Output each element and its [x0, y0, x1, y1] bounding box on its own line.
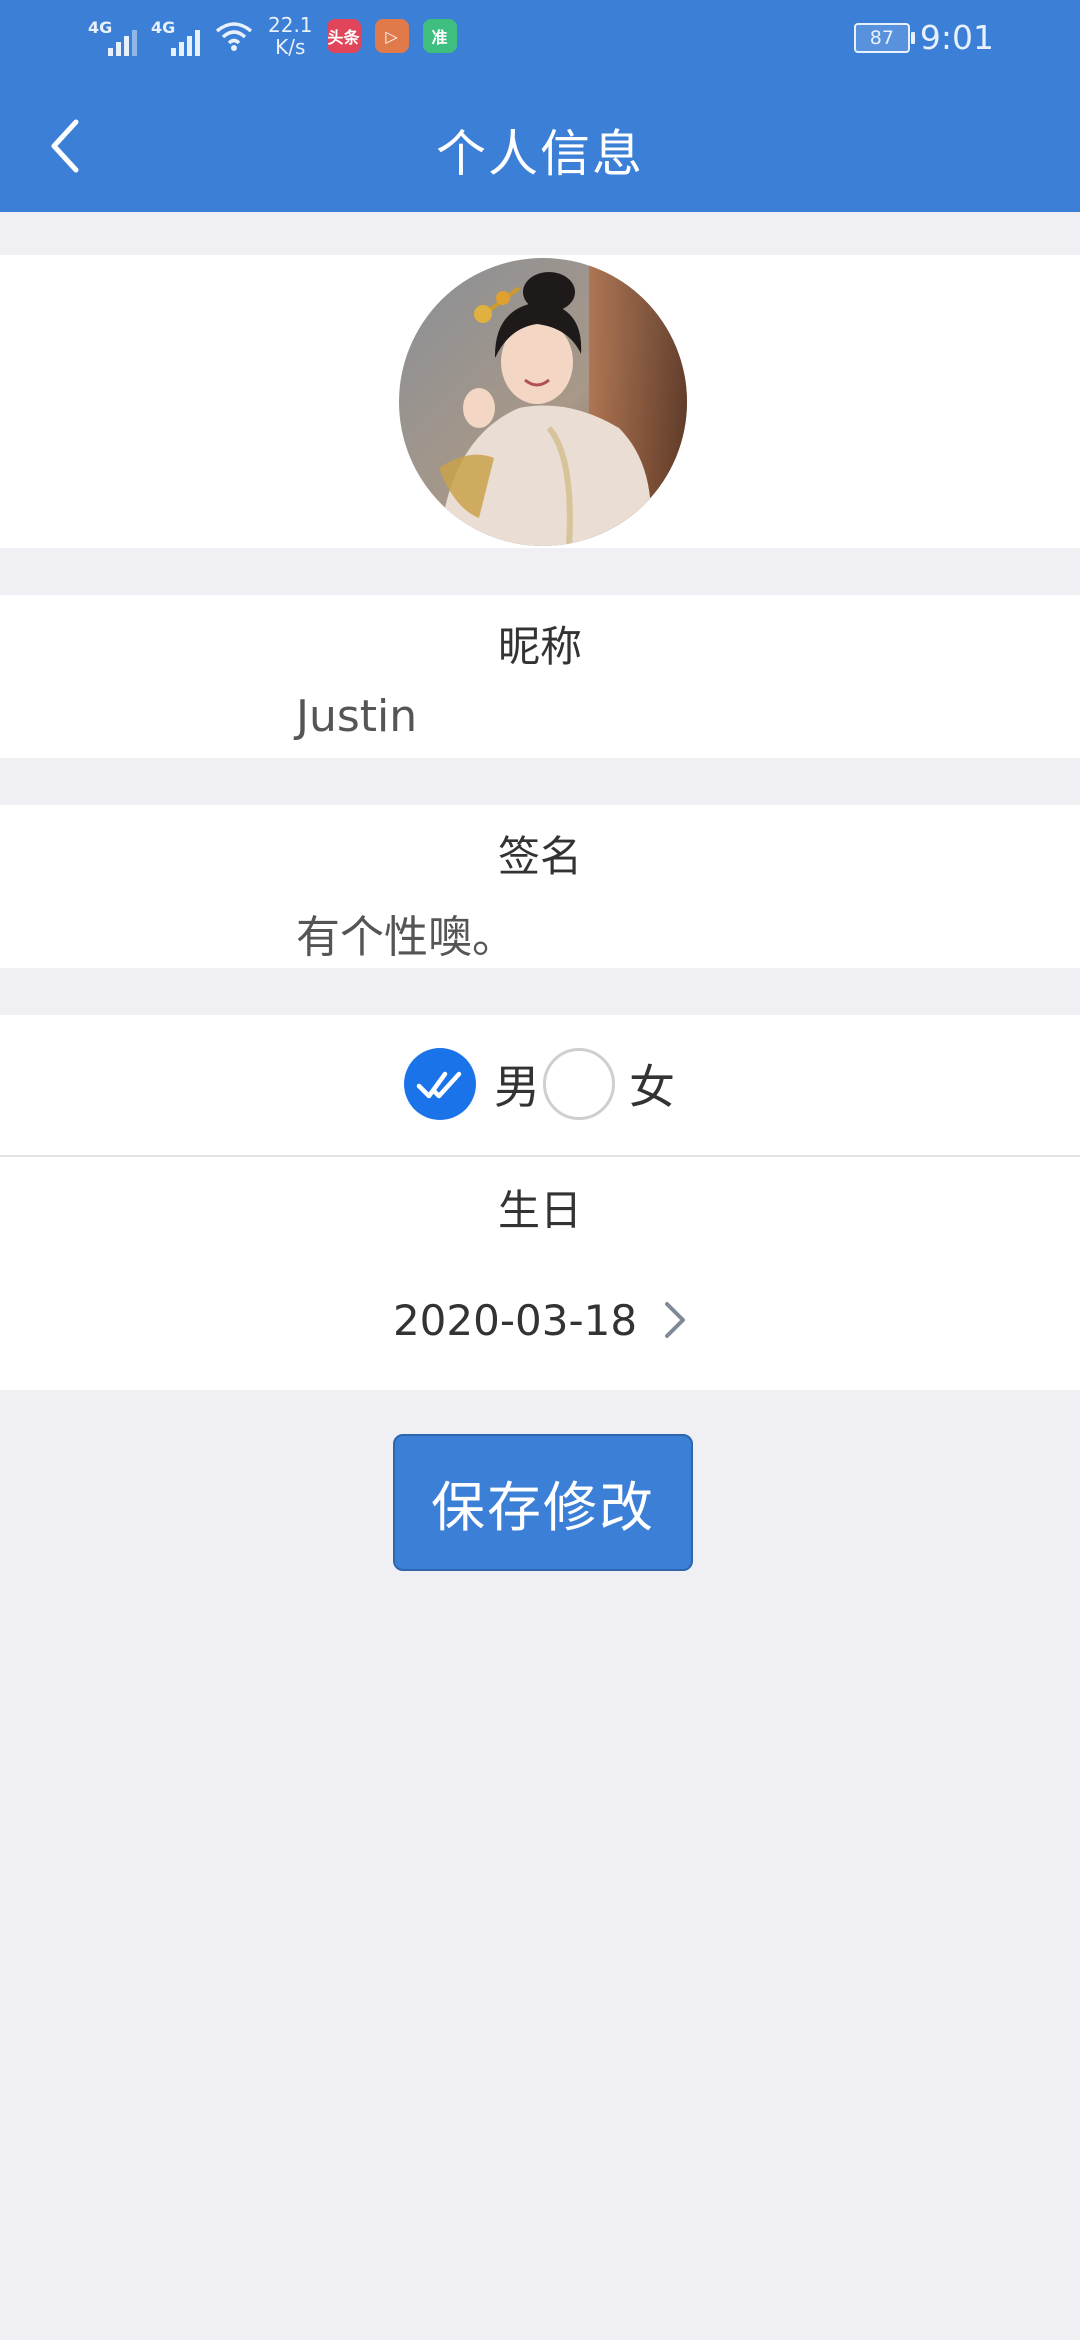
signal-icon-1: 4G	[88, 16, 137, 56]
battery-icon: 87	[853, 22, 915, 53]
toutiao-app-icon: 头条	[326, 19, 361, 53]
signature-section: 签名 有个性噢。	[0, 805, 1080, 968]
birthday-picker[interactable]: 2020-03-18	[0, 1285, 1080, 1355]
birthday-section: 生日 2020-03-18	[0, 1157, 1080, 1390]
gender-male-label: 男	[494, 1060, 540, 1114]
page-title: 个人信息	[436, 125, 644, 183]
birthday-value: 2020-03-18	[392, 1295, 638, 1345]
app-header: 个人信息	[0, 80, 1080, 212]
gender-section: 男 女	[0, 1015, 1080, 1157]
zhun-app-icon: 准	[422, 19, 457, 53]
avatar[interactable]	[399, 258, 687, 546]
nickname-field[interactable]: Justin	[296, 691, 417, 742]
status-bar: 4G 4G 22.1 K/s 头条 ▷ 准 87 9:01	[0, 0, 1080, 80]
gender-female-radio[interactable]	[543, 1048, 615, 1120]
network-speed: 22.1 K/s	[268, 13, 313, 59]
birthday-label: 生日	[497, 1186, 582, 1235]
signature-field[interactable]: 有个性噢。	[296, 901, 516, 965]
nickname-section: 昵称 Justin	[0, 595, 1080, 758]
save-button[interactable]: 保存修改	[393, 1434, 693, 1571]
signature-label: 签名	[497, 832, 582, 881]
avatar-photo	[399, 258, 687, 546]
avatar-section	[0, 255, 1080, 548]
video-app-icon: ▷	[374, 19, 409, 53]
signal-icon-2: 4G	[151, 16, 200, 56]
clock: 9:01	[919, 18, 994, 57]
check-icon	[416, 1071, 462, 1099]
wifi-icon	[215, 22, 253, 51]
chevron-right-icon	[665, 1302, 686, 1338]
gender-male-radio[interactable]	[404, 1048, 476, 1120]
nickname-label: 昵称	[497, 622, 582, 671]
gender-female-label: 女	[629, 1060, 675, 1114]
top-bar: 4G 4G 22.1 K/s 头条 ▷ 准 87 9:01 个人信息	[0, 0, 1080, 212]
